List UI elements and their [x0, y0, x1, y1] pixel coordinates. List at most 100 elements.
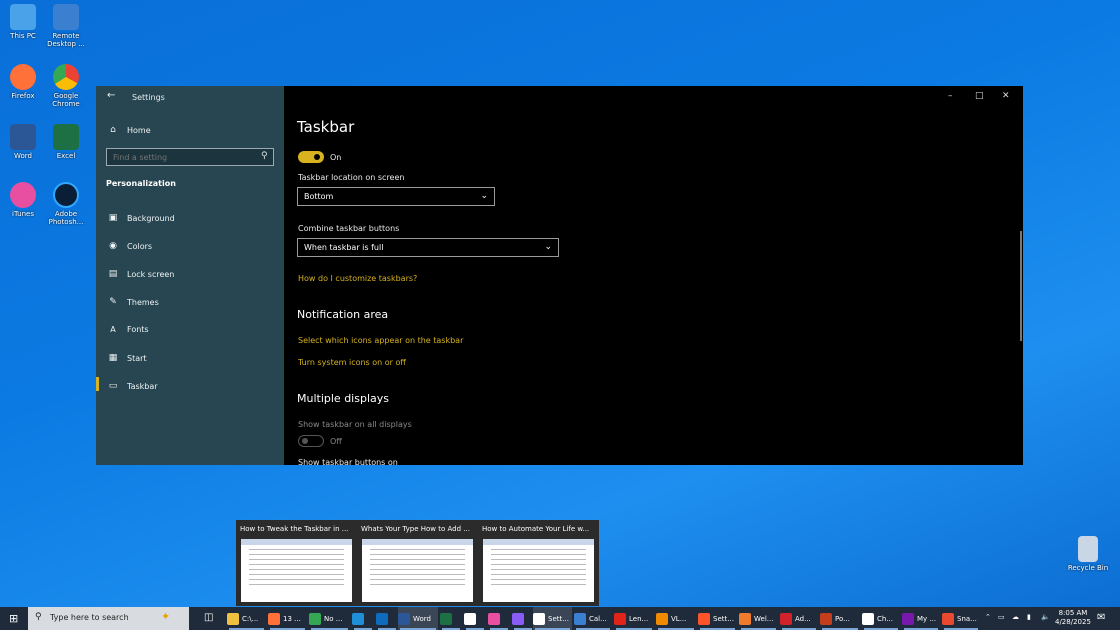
app-icon: [533, 613, 545, 625]
system-icons-link[interactable]: Turn system icons on or off: [298, 358, 406, 367]
photoshop-icon: [53, 182, 79, 208]
task-view-icon[interactable]: ◫: [204, 612, 213, 630]
app-label: C:\...: [242, 615, 258, 623]
taskbar-app-button[interactable]: Ch...: [862, 607, 900, 630]
taskbar-app-button[interactable]: Wel...: [739, 607, 778, 630]
desktop-icon-this-pc[interactable]: This PC: [0, 4, 46, 40]
network-icon[interactable]: ▭: [998, 613, 1005, 630]
app-icon: [942, 613, 954, 625]
app-icon: [398, 613, 410, 625]
show-all-displays-toggle[interactable]: [298, 435, 324, 447]
find-setting-input[interactable]: [106, 148, 274, 166]
notifications-icon[interactable]: ✉: [1097, 612, 1105, 630]
show-buttons-label: Show taskbar buttons on: [298, 458, 398, 467]
taskbar-app-button[interactable]: VL...: [656, 607, 696, 630]
app-icon: [698, 613, 710, 625]
desktop-icon-photoshop[interactable]: Adobe Photosh...: [43, 182, 89, 226]
brush-icon: ✎: [108, 297, 118, 307]
sidebar-item-home[interactable]: ⌂ Home: [108, 125, 151, 135]
settings-window: ← Settings ⌂ Home ⚲ Personalization ▣ Ba…: [96, 86, 1023, 465]
taskbar-app-button[interactable]: [352, 607, 374, 630]
combine-label: Combine taskbar buttons: [298, 224, 399, 233]
customize-taskbar-link[interactable]: How do I customize taskbars?: [298, 274, 417, 283]
taskbar-app-button[interactable]: My ...: [902, 607, 940, 630]
sidebar-item-start[interactable]: ▦ Start: [108, 353, 147, 363]
desktop-icon-recycle-bin[interactable]: Recycle Bin: [1064, 536, 1112, 572]
taskbar-app-button[interactable]: Len...: [614, 607, 654, 630]
thumbnail-item[interactable]: How to Tweak the Taskbar in ...: [236, 520, 357, 606]
sidebar-item-background[interactable]: ▣ Background: [108, 213, 175, 223]
desktop-icon-word[interactable]: Word: [0, 124, 46, 160]
taskbar-toggle-on[interactable]: [298, 151, 324, 163]
taskbar-search-box[interactable]: ⚲ Type here to search ✦: [28, 607, 189, 630]
maximize-icon[interactable]: □: [975, 91, 984, 101]
app-label: Po...: [835, 615, 850, 623]
taskbar-app-button[interactable]: [464, 607, 486, 630]
app-icon: [820, 613, 832, 625]
desktop-icon-chrome[interactable]: Google Chrome: [43, 64, 89, 108]
itunes-icon: [10, 182, 36, 208]
sidebar-item-fonts[interactable]: A Fonts: [108, 325, 149, 334]
app-label: Sett...: [713, 615, 734, 623]
location-dropdown[interactable]: Bottom ⌄: [297, 187, 495, 206]
app-icon: [739, 613, 751, 625]
chrome-icon: [53, 64, 79, 90]
volume-icon[interactable]: 🔈: [1041, 613, 1050, 630]
taskbar-app-button[interactable]: Sett...: [533, 607, 572, 630]
firefox-icon: [10, 64, 36, 90]
desktop-icon-firefox[interactable]: Firefox: [0, 64, 46, 100]
toggle-state-label: On: [330, 153, 341, 162]
taskbar-app-button[interactable]: 13 ...: [268, 607, 307, 630]
location-label: Taskbar location on screen: [298, 173, 404, 182]
desktop-icon-remote-desktop[interactable]: Remote Desktop ...: [43, 4, 89, 48]
app-label: Ch...: [877, 615, 893, 623]
taskbar-app-button[interactable]: Po...: [820, 607, 860, 630]
search-icon: ⚲: [35, 612, 42, 622]
sidebar-item-lock-screen[interactable]: ▤ Lock screen: [108, 269, 174, 279]
sidebar-item-taskbar[interactable]: ▭ Taskbar: [108, 381, 158, 391]
clock[interactable]: 8:05 AM 4/28/2025: [1055, 609, 1091, 630]
windows-start-icon[interactable]: ⊞: [9, 612, 18, 630]
app-icon: [376, 613, 388, 625]
battery-icon[interactable]: ▮: [1027, 613, 1031, 630]
taskbar-app-button[interactable]: [488, 607, 510, 630]
app-label: My ...: [917, 615, 936, 623]
copilot-sparkle-icon[interactable]: ✦: [161, 610, 170, 623]
app-label: VL...: [671, 615, 686, 623]
tray-chevron-up-icon[interactable]: ⌃: [985, 613, 991, 630]
taskbar-app-button[interactable]: [376, 607, 398, 630]
taskbar-app-button[interactable]: Sna...: [942, 607, 980, 630]
show-all-toggle-state: Off: [330, 437, 342, 446]
taskbar-app-button[interactable]: Sett...: [698, 607, 737, 630]
thumbnail-item[interactable]: Whats Your Type How to Add ...: [357, 520, 478, 606]
remote-desktop-icon: [53, 4, 79, 30]
minimize-icon[interactable]: –: [948, 91, 953, 101]
sidebar-item-colors[interactable]: ◉ Colors: [108, 241, 152, 251]
settings-sidebar: ← Settings ⌂ Home ⚲ Personalization ▣ Ba…: [96, 86, 284, 465]
scrollbar[interactable]: [1020, 231, 1022, 341]
combine-dropdown[interactable]: When taskbar is full ⌄: [297, 238, 559, 257]
desktop-icon-itunes[interactable]: iTunes: [0, 182, 46, 218]
taskbar-app-button[interactable]: Ad...: [780, 607, 818, 630]
taskbar-app-button[interactable]: No ...: [309, 607, 350, 630]
taskbar-app-button[interactable]: Word: [398, 607, 438, 630]
taskbar-app-button[interactable]: C:\...: [227, 607, 266, 630]
app-icon: [227, 613, 239, 625]
app-icon: [464, 613, 476, 625]
taskbar-app-button[interactable]: [512, 607, 534, 630]
thumbnail-item[interactable]: How to Automate Your Life w...: [478, 520, 599, 606]
desktop-icon-excel[interactable]: Excel: [43, 124, 89, 160]
app-icon: [656, 613, 668, 625]
taskbar-app-button[interactable]: Cal...: [574, 607, 612, 630]
home-icon: ⌂: [108, 125, 118, 135]
select-icons-link[interactable]: Select which icons appear on the taskbar: [298, 336, 463, 345]
app-label: Ad...: [795, 615, 811, 623]
app-icon: [574, 613, 586, 625]
document-preview: [362, 539, 473, 602]
sidebar-item-themes[interactable]: ✎ Themes: [108, 297, 159, 307]
palette-icon: ◉: [108, 241, 118, 251]
taskbar-app-button[interactable]: [440, 607, 462, 630]
onedrive-icon[interactable]: ☁: [1012, 613, 1019, 630]
close-icon[interactable]: ✕: [1002, 91, 1010, 101]
back-arrow-icon[interactable]: ←: [107, 90, 115, 101]
